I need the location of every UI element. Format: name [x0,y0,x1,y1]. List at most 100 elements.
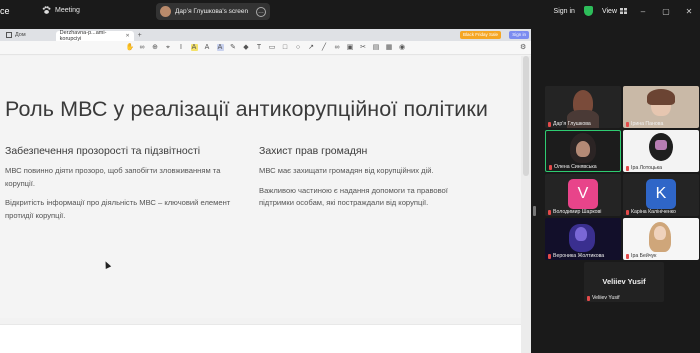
image-icon[interactable]: ▣ [347,44,354,51]
participant-initial-avatar: V [568,179,598,209]
participant-tile[interactable]: Іра Лотоцька [623,130,699,172]
muted-mic-icon [548,253,551,259]
top-right-controls: Sign in View – ▢ ✕ [554,4,700,18]
highlight-icon[interactable]: A [190,44,198,51]
minimize-icon[interactable]: – [636,7,650,16]
glasses-icon[interactable]: ∞ [139,44,146,51]
muted-mic-icon [626,165,629,171]
underline-icon[interactable]: A [216,44,224,51]
participant-name-row: Каріна Калініченко [626,209,676,215]
arrow-icon[interactable]: ↗ [308,44,315,51]
home-icon [6,32,12,38]
meeting-window: ce Meeting Дарʼя Глушкова's screen … Sig… [0,0,700,353]
line-icon[interactable]: ╱ [321,44,328,51]
participant-name-row: Дарʼя Глушкова [548,121,591,127]
circle-icon[interactable]: ○ [295,44,302,51]
active-tab[interactable]: Derzhavna-p...ami-korupciyi ✕ [55,30,134,42]
home-tab-label: Дом [15,32,26,38]
paw-icon [42,6,51,14]
meeting-menu[interactable]: Meeting [42,6,80,15]
cursor-icon[interactable]: ⌖ [165,44,172,51]
participant-name-row: Вероника Жолтикова [548,253,604,259]
panel-resize-handle[interactable] [533,206,536,216]
promo-badge[interactable]: Black Friday Sale [459,31,501,39]
participant-name-row: Ірина Панова [626,121,663,127]
participant-tile[interactable]: Дарʼя Глушкова [545,86,621,128]
participant-name: Каріна Калініченко [631,209,676,215]
participant-name: Іра Бейчук [631,253,657,259]
stamp-icon[interactable]: ▤ [373,44,380,51]
strikethrough-icon[interactable]: A [204,44,211,51]
presentation-slide: Роль МВС у реалізації антикорупційної по… [0,56,521,318]
share-label: Дарʼя Глушкова's screen [175,8,249,15]
gear-icon[interactable]: ⚙ [520,44,527,51]
view-menu[interactable]: View [602,8,627,15]
table-icon[interactable]: ▦ [386,44,393,51]
link-icon[interactable]: ∞ [334,44,341,51]
participant-name: Дарʼя Глушкова [553,121,591,127]
eye-icon[interactable]: ◉ [399,44,406,51]
more-options-icon[interactable]: … [256,6,266,17]
muted-mic-icon [626,253,629,259]
close-tab-icon[interactable]: ✕ [125,33,129,39]
text-box-icon[interactable]: T [256,44,263,51]
screen-share-indicator[interactable]: Дарʼя Глушкова's screen … [156,3,270,20]
rectangle-icon[interactable]: □ [282,44,289,51]
annotation-toolbar: ✋ ∞ ⊕ ⌖ I A A A ✎ ◆ T ▭ □ ○ ↗ ╱ ∞ ▣ ✂ ▤ … [0,41,531,55]
participant-display-name: Veliiev Yusif [602,277,646,286]
grid-icon [620,8,627,14]
scrollbar-thumb[interactable] [523,56,529,176]
participant-name-row: Олена Синявська [549,164,597,170]
scrollbar[interactable] [521,56,531,353]
new-tab-icon[interactable]: + [138,32,142,39]
meeting-top-bar: ce Meeting Дарʼя Глушкова's screen … Sig… [0,0,700,24]
participant-tile[interactable]: V Володимир Шаркові [545,174,621,216]
scissors-icon[interactable]: ✂ [360,44,367,51]
browser-sign-in-button[interactable]: Sign in [509,31,529,39]
shield-icon[interactable] [583,6,593,16]
left-heading: Забезпечення прозорості та підзвітності [5,145,201,157]
home-tab[interactable]: Дом [0,29,32,41]
pen-icon[interactable]: ✎ [230,44,237,51]
left-paragraph-2: Відкритість інформації про діяльність МВ… [5,198,231,220]
participant-avatar-detail [655,140,667,150]
presenter-avatar [160,6,171,17]
participant-name-row: Veliiev Yusif [587,295,620,301]
participant-tile[interactable]: Ірина Панова [623,86,699,128]
right-paragraph-1: МВС має захищати громадян від корупційни… [259,166,434,175]
participant-tile-no-video[interactable]: Veliiev Yusif Veliiev Yusif [584,262,664,302]
left-paragraph-1: МВС повинно діяти прозоро, щоб запобігти… [5,166,221,188]
comment-icon[interactable]: ▭ [269,44,276,51]
meeting-label: Meeting [55,7,80,14]
right-column: Захист прав громадян МВС має захищати гр… [259,145,484,217]
muted-mic-icon [587,295,590,301]
participant-name: Володимир Шаркові [553,209,602,215]
hand-icon[interactable]: ✋ [126,44,135,51]
eraser-icon[interactable]: ◆ [243,44,250,51]
close-icon[interactable]: ✕ [682,7,696,16]
participant-name: Вероника Жолтикова [553,253,605,259]
app-title: ce [0,6,10,16]
participant-tile[interactable]: Іра Бейчук [623,218,699,260]
participant-tile[interactable]: Вероника Жолтикова [545,218,621,260]
participant-tile[interactable]: K Каріна Калініченко [623,174,699,216]
participant-name-row: Володимир Шаркові [548,209,601,215]
participant-name: Іра Лотоцька [631,165,662,171]
participant-tile-active-speaker[interactable]: Олена Синявська [545,130,621,172]
text-cursor-icon[interactable]: I [178,44,185,51]
muted-mic-icon [626,209,629,215]
zoom-icon[interactable]: ⊕ [152,44,159,51]
participant-face [654,226,666,240]
right-paragraph-2: Важливою частиною є надання допомоги та … [259,185,448,208]
maximize-icon[interactable]: ▢ [659,7,673,16]
participant-name: Ірина Панова [631,121,664,127]
sign-in-link[interactable]: Sign in [554,8,575,15]
muted-mic-icon [626,121,629,127]
left-column: Забезпечення прозорості та підзвітності … [5,145,235,229]
participant-hair [647,89,675,105]
browser-tab-bar: Дом Derzhavna-p...ami-korupciyi ✕ + Blac… [0,29,531,42]
participant-name: Олена Синявська [554,164,597,170]
muted-mic-icon [549,164,552,170]
participant-name-row: Іра Бейчук [626,253,656,259]
muted-mic-icon [548,121,551,127]
